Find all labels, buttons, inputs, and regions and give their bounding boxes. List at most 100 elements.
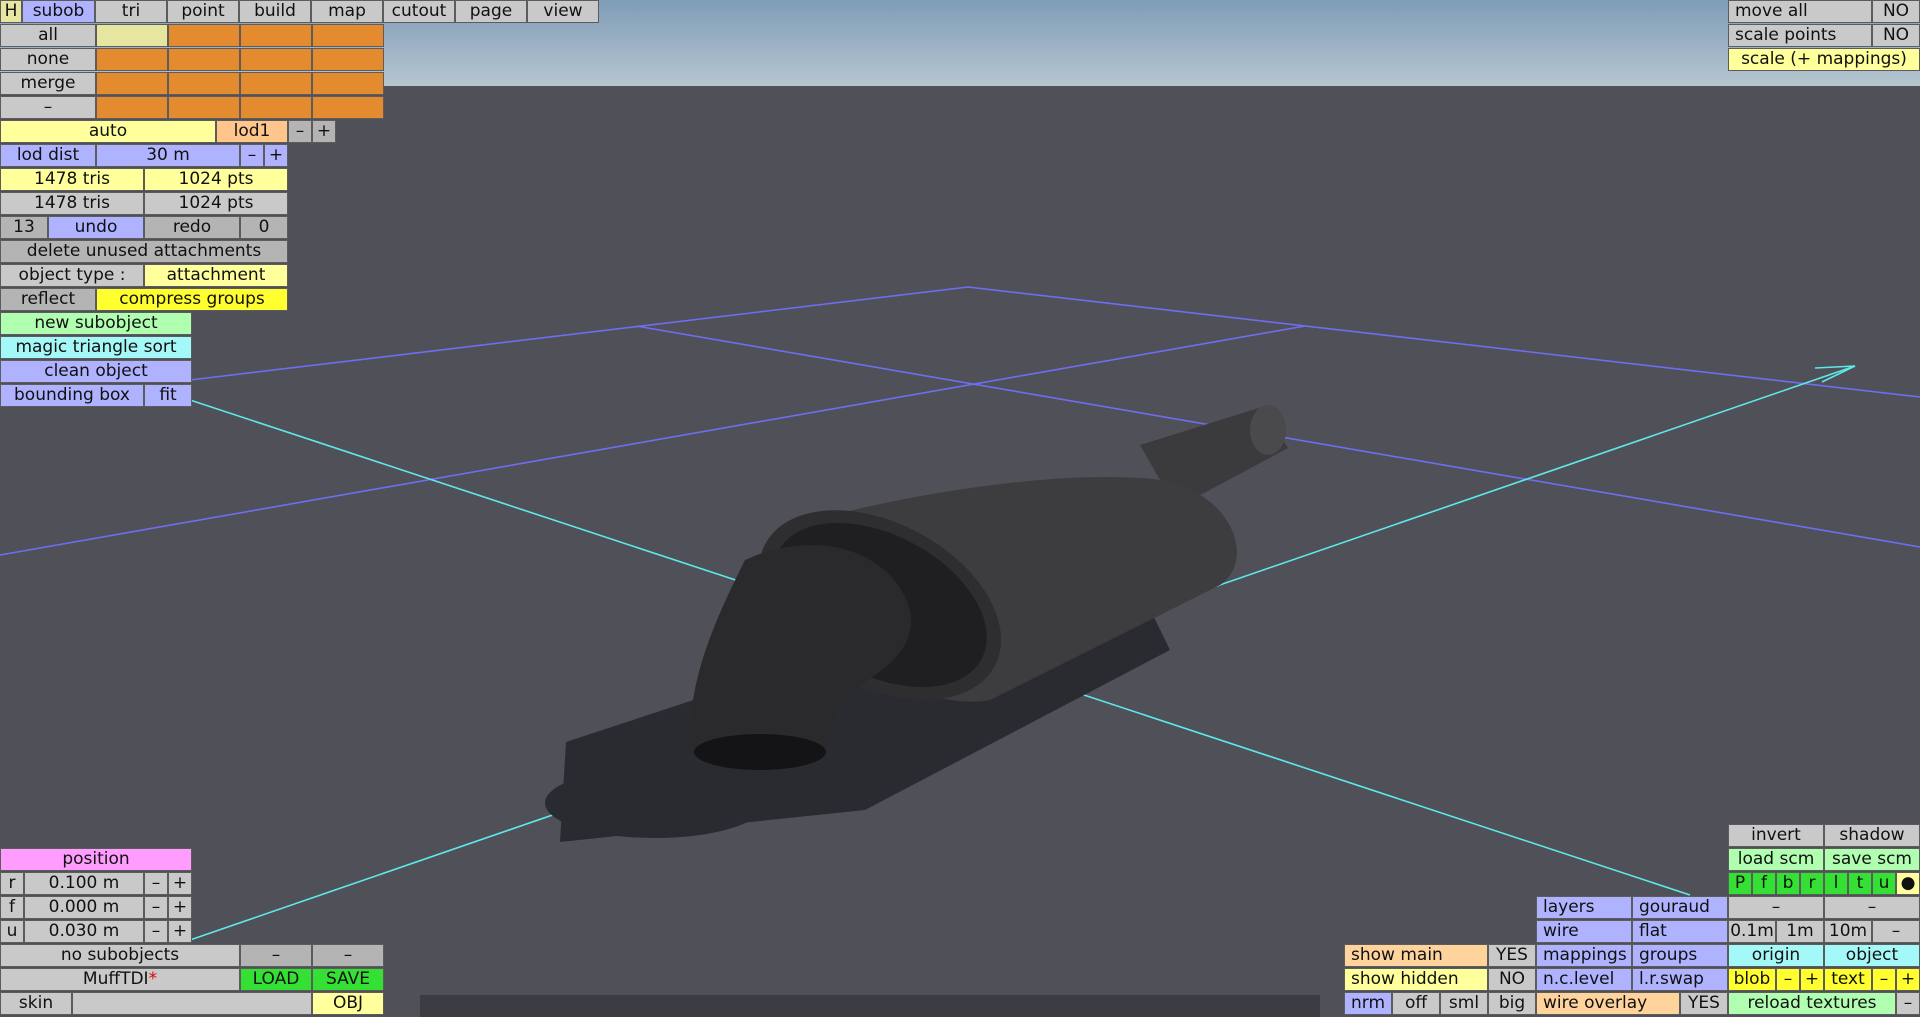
reload-textures-button[interactable]: reload textures	[1728, 992, 1896, 1015]
group-slot[interactable]	[168, 48, 240, 71]
grid-01m-button[interactable]: 0.1m	[1728, 920, 1776, 943]
position-r-dec-button[interactable]: –	[144, 872, 168, 895]
position-f-inc-button[interactable]: +	[168, 896, 192, 919]
show-hidden-value[interactable]: NO	[1488, 968, 1536, 991]
group-slot[interactable]	[96, 48, 168, 71]
position-title[interactable]: position	[0, 848, 192, 871]
grid-10m-button[interactable]: 10m	[1824, 920, 1872, 943]
filename-field[interactable]: MuffTDI*	[0, 968, 240, 991]
skin-label[interactable]: skin	[0, 992, 72, 1015]
lod-inc-button[interactable]: +	[312, 120, 336, 143]
shadow-button[interactable]: shadow	[1824, 824, 1920, 847]
blob-dec-button[interactable]: –	[1776, 968, 1800, 991]
position-r-inc-button[interactable]: +	[168, 872, 192, 895]
tab-build[interactable]: build	[239, 0, 311, 23]
view-r-button[interactable]: r	[1800, 872, 1824, 895]
show-main-value[interactable]: YES	[1488, 944, 1536, 967]
tab-subob[interactable]: subob	[22, 0, 95, 23]
position-f-value[interactable]: 0.000 m	[24, 896, 144, 919]
group-slot[interactable]	[240, 48, 312, 71]
mappings-button[interactable]: mappings	[1536, 944, 1632, 967]
text-inc-button[interactable]: +	[1896, 968, 1920, 991]
delete-unused-attachments-button[interactable]: delete unused attachments	[0, 240, 288, 263]
nc-level-button[interactable]: n.c.level	[1536, 968, 1632, 991]
load-scm-button[interactable]: load scm	[1728, 848, 1824, 871]
group-slot[interactable]	[240, 24, 312, 47]
group-slot[interactable]	[96, 96, 168, 119]
view-t-button[interactable]: t	[1848, 872, 1872, 895]
normals-sml-button[interactable]: sml	[1440, 992, 1488, 1015]
invert-button[interactable]: invert	[1728, 824, 1824, 847]
origin-button[interactable]: origin	[1728, 944, 1824, 967]
group-slot[interactable]	[312, 96, 384, 119]
move-all-button[interactable]: move all	[1728, 0, 1872, 23]
viewport-3d[interactable]	[0, 0, 1920, 1017]
text-button[interactable]: text	[1824, 968, 1872, 991]
tab-page[interactable]: page	[455, 0, 527, 23]
view-dot-icon[interactable]: ●	[1896, 872, 1920, 895]
group-slot[interactable]	[168, 24, 240, 47]
new-subobject-button[interactable]: new subobject	[0, 312, 192, 335]
lod-dec-button[interactable]: –	[288, 120, 312, 143]
view-u-button[interactable]: u	[1872, 872, 1896, 895]
tab-view[interactable]: view	[527, 0, 599, 23]
layers-button[interactable]: layers	[1536, 896, 1632, 919]
tab-map[interactable]: map	[311, 0, 383, 23]
wire-overlay-value[interactable]: YES	[1680, 992, 1728, 1015]
tab-cutout[interactable]: cutout	[383, 0, 455, 23]
select-none-button[interactable]: none	[0, 48, 96, 71]
group-slot[interactable]	[96, 24, 168, 47]
grid-dec-button[interactable]: –	[1728, 896, 1824, 919]
position-r-value[interactable]: 0.100 m	[24, 872, 144, 895]
normals-nrm-button[interactable]: nrm	[1344, 992, 1392, 1015]
object-type-value[interactable]: attachment	[144, 264, 288, 287]
view-f-button[interactable]: f	[1752, 872, 1776, 895]
view-l-button[interactable]: l	[1824, 872, 1848, 895]
tab-point[interactable]: point	[167, 0, 239, 23]
compress-groups-button[interactable]: compress groups	[96, 288, 288, 311]
lod-auto-button[interactable]: auto	[0, 120, 216, 143]
magic-triangle-sort-button[interactable]: magic triangle sort	[0, 336, 192, 359]
normals-big-button[interactable]: big	[1488, 992, 1536, 1015]
lr-swap-button[interactable]: l.r.swap	[1632, 968, 1728, 991]
fit-button[interactable]: fit	[144, 384, 192, 407]
group-slot[interactable]	[240, 72, 312, 95]
subobject-next-button[interactable]: –	[312, 944, 384, 967]
object-button[interactable]: object	[1824, 944, 1920, 967]
blob-inc-button[interactable]: +	[1800, 968, 1824, 991]
save-scm-button[interactable]: save scm	[1824, 848, 1920, 871]
groups-button[interactable]: groups	[1632, 944, 1728, 967]
undo-button[interactable]: undo	[48, 216, 144, 239]
select-all-button[interactable]: all	[0, 24, 96, 47]
subobject-prev-button[interactable]: –	[240, 944, 312, 967]
scale-mappings-button[interactable]: scale (+ mappings)	[1728, 48, 1920, 71]
lod-dist-value[interactable]: 30 m	[96, 144, 240, 167]
group-slot[interactable]	[312, 24, 384, 47]
no-subobjects-label[interactable]: no subobjects	[0, 944, 240, 967]
gouraud-button[interactable]: gouraud	[1632, 896, 1728, 919]
show-main-button[interactable]: show main	[1344, 944, 1488, 967]
view-b-button[interactable]: b	[1776, 872, 1800, 895]
lod-name[interactable]: lod1	[216, 120, 288, 143]
group-slot[interactable]	[168, 96, 240, 119]
minus-button[interactable]: –	[0, 96, 96, 119]
group-slot[interactable]	[168, 72, 240, 95]
reflect-button[interactable]: reflect	[0, 288, 96, 311]
group-slot[interactable]	[96, 72, 168, 95]
skin-field[interactable]	[72, 992, 312, 1015]
flat-button[interactable]: flat	[1632, 920, 1728, 943]
move-all-value[interactable]: NO	[1872, 0, 1920, 23]
group-slot[interactable]	[312, 48, 384, 71]
clean-object-button[interactable]: clean object	[0, 360, 192, 383]
normals-off-button[interactable]: off	[1392, 992, 1440, 1015]
obj-button[interactable]: OBJ	[312, 992, 384, 1015]
position-f-dec-button[interactable]: –	[144, 896, 168, 919]
position-u-dec-button[interactable]: –	[144, 920, 168, 943]
group-slot[interactable]	[240, 96, 312, 119]
redo-button[interactable]: redo	[144, 216, 240, 239]
tab-tri[interactable]: tri	[95, 0, 167, 23]
scale-points-button[interactable]: scale points	[1728, 24, 1872, 47]
blob-button[interactable]: blob	[1728, 968, 1776, 991]
position-u-inc-button[interactable]: +	[168, 920, 192, 943]
grid-inc-button[interactable]: –	[1824, 896, 1920, 919]
